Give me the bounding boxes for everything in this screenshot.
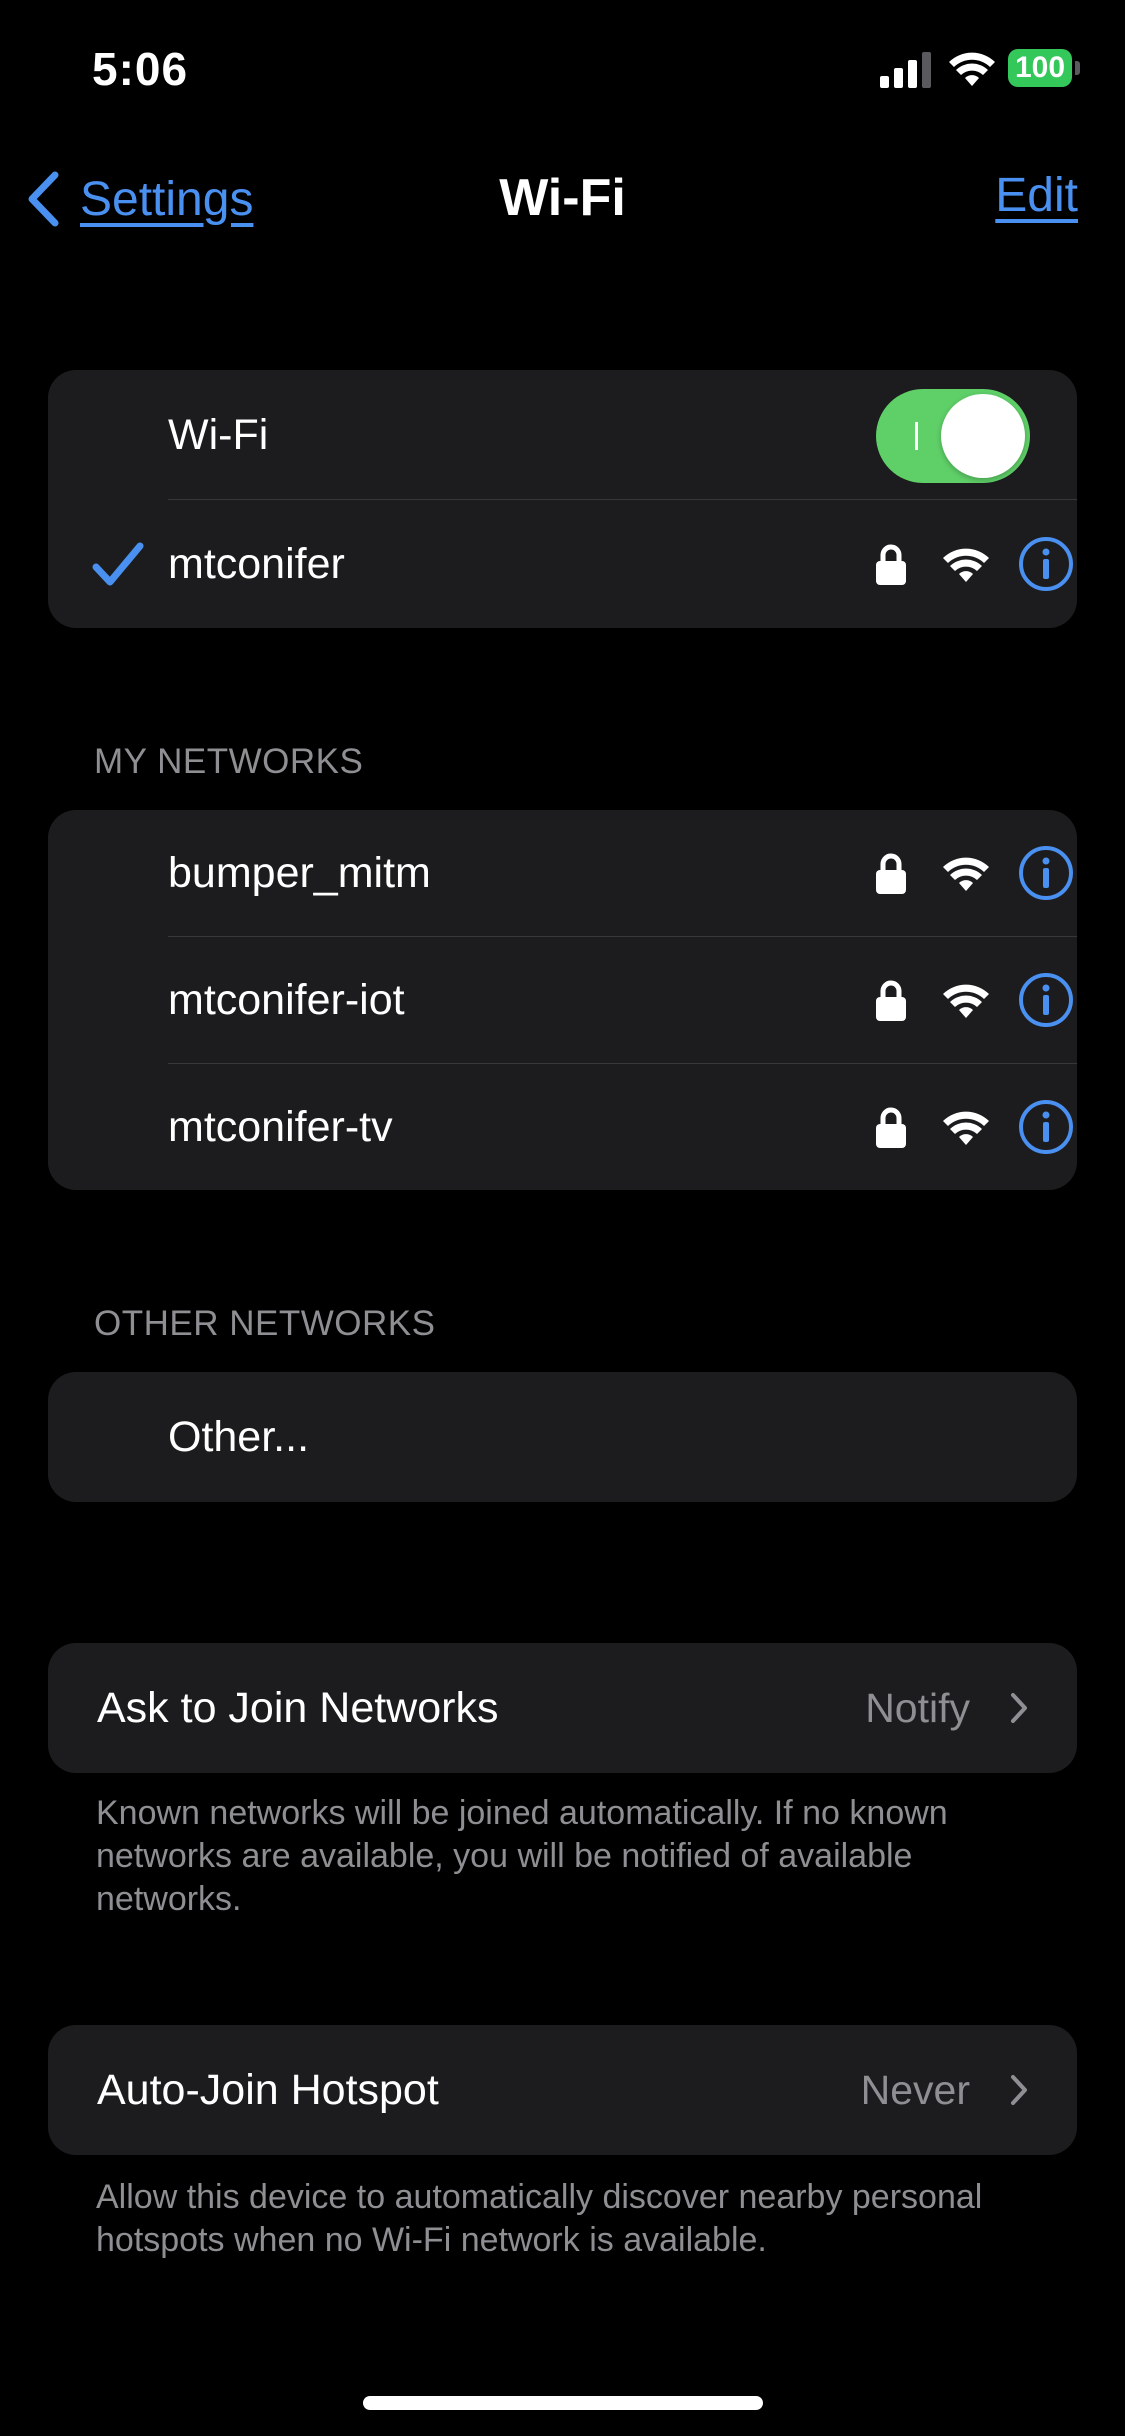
status-time: 5:06: [92, 43, 189, 95]
wifi-signal-icon: [943, 1111, 989, 1145]
info-icon[interactable]: [1018, 972, 1074, 1028]
status-bar: 5:06 100: [0, 0, 1125, 140]
network-name: bumper_mitm: [168, 849, 431, 897]
network-row[interactable]: mtconifer-tv: [48, 1064, 1077, 1190]
auto-join-card: Auto-Join Hotspot Never: [48, 2025, 1077, 2155]
network-name: mtconifer-tv: [168, 1102, 393, 1151]
info-icon[interactable]: [1018, 845, 1074, 901]
auto-join-value: Never: [860, 2066, 970, 2113]
toggle-on-mark: [915, 422, 918, 450]
ask-to-join-row[interactable]: Ask to Join Networks Notify: [48, 1643, 1077, 1773]
chevron-right-icon: [1011, 1693, 1027, 1723]
wifi-card: Wi-Fi mtconifer: [48, 370, 1077, 628]
checkmark-icon: [92, 542, 144, 586]
wifi-signal-icon: [943, 984, 989, 1018]
battery-icon: 100: [1008, 49, 1080, 87]
ask-to-join-value: Notify: [865, 1684, 970, 1731]
other-networks-header: OTHER NETWORKS: [94, 1304, 436, 1343]
wifi-toggle-row: Wi-Fi: [48, 370, 1077, 500]
ask-to-join-card: Ask to Join Networks Notify: [48, 1643, 1077, 1773]
page-title: Wi-Fi: [499, 169, 626, 227]
wifi-signal-icon: [943, 857, 989, 891]
home-indicator[interactable]: [363, 2396, 763, 2410]
auto-join-row[interactable]: Auto-Join Hotspot Never: [48, 2025, 1077, 2155]
toggle-knob: [941, 394, 1025, 478]
network-row[interactable]: bumper_mitm: [48, 810, 1077, 937]
edit-button[interactable]: Edit: [995, 168, 1078, 223]
lock-icon: [876, 980, 906, 1021]
wifi-signal-icon: [943, 548, 989, 582]
my-networks-header: MY NETWORKS: [94, 742, 364, 781]
my-networks-card: bumper_mitm mtconifer-iot mtconifer-tv: [48, 810, 1077, 1190]
info-icon[interactable]: [1018, 536, 1074, 592]
other-network-label: Other...: [168, 1412, 310, 1461]
ask-to-join-label: Ask to Join Networks: [97, 1683, 499, 1732]
wifi-toggle[interactable]: [876, 389, 1030, 483]
ask-to-join-note: Known networks will be joined automatica…: [96, 1794, 948, 1918]
battery-cap: [1075, 61, 1080, 75]
other-networks-card: Other...: [48, 1372, 1077, 1502]
chevron-right-icon: [1011, 2075, 1027, 2105]
other-network-row[interactable]: Other...: [48, 1372, 1077, 1502]
navigation-bar: Settings Wi-Fi Edit: [0, 150, 1125, 250]
wifi-toggle-label: Wi-Fi: [168, 410, 269, 459]
lock-icon: [876, 544, 906, 585]
lock-icon: [876, 1107, 906, 1148]
info-icon[interactable]: [1018, 1099, 1074, 1155]
auto-join-label: Auto-Join Hotspot: [97, 2065, 439, 2114]
auto-join-note: Allow this device to automatically disco…: [96, 2178, 983, 2259]
current-network-name: mtconifer: [168, 539, 345, 588]
current-network-row[interactable]: mtconifer: [48, 500, 1077, 628]
cellular-signal-icon: [880, 52, 931, 88]
network-name: mtconifer-iot: [168, 976, 405, 1024]
network-row[interactable]: mtconifer-iot: [48, 937, 1077, 1064]
battery-level: 100: [1014, 51, 1066, 84]
lock-icon: [876, 853, 906, 894]
wifi-status-icon: [949, 52, 995, 86]
